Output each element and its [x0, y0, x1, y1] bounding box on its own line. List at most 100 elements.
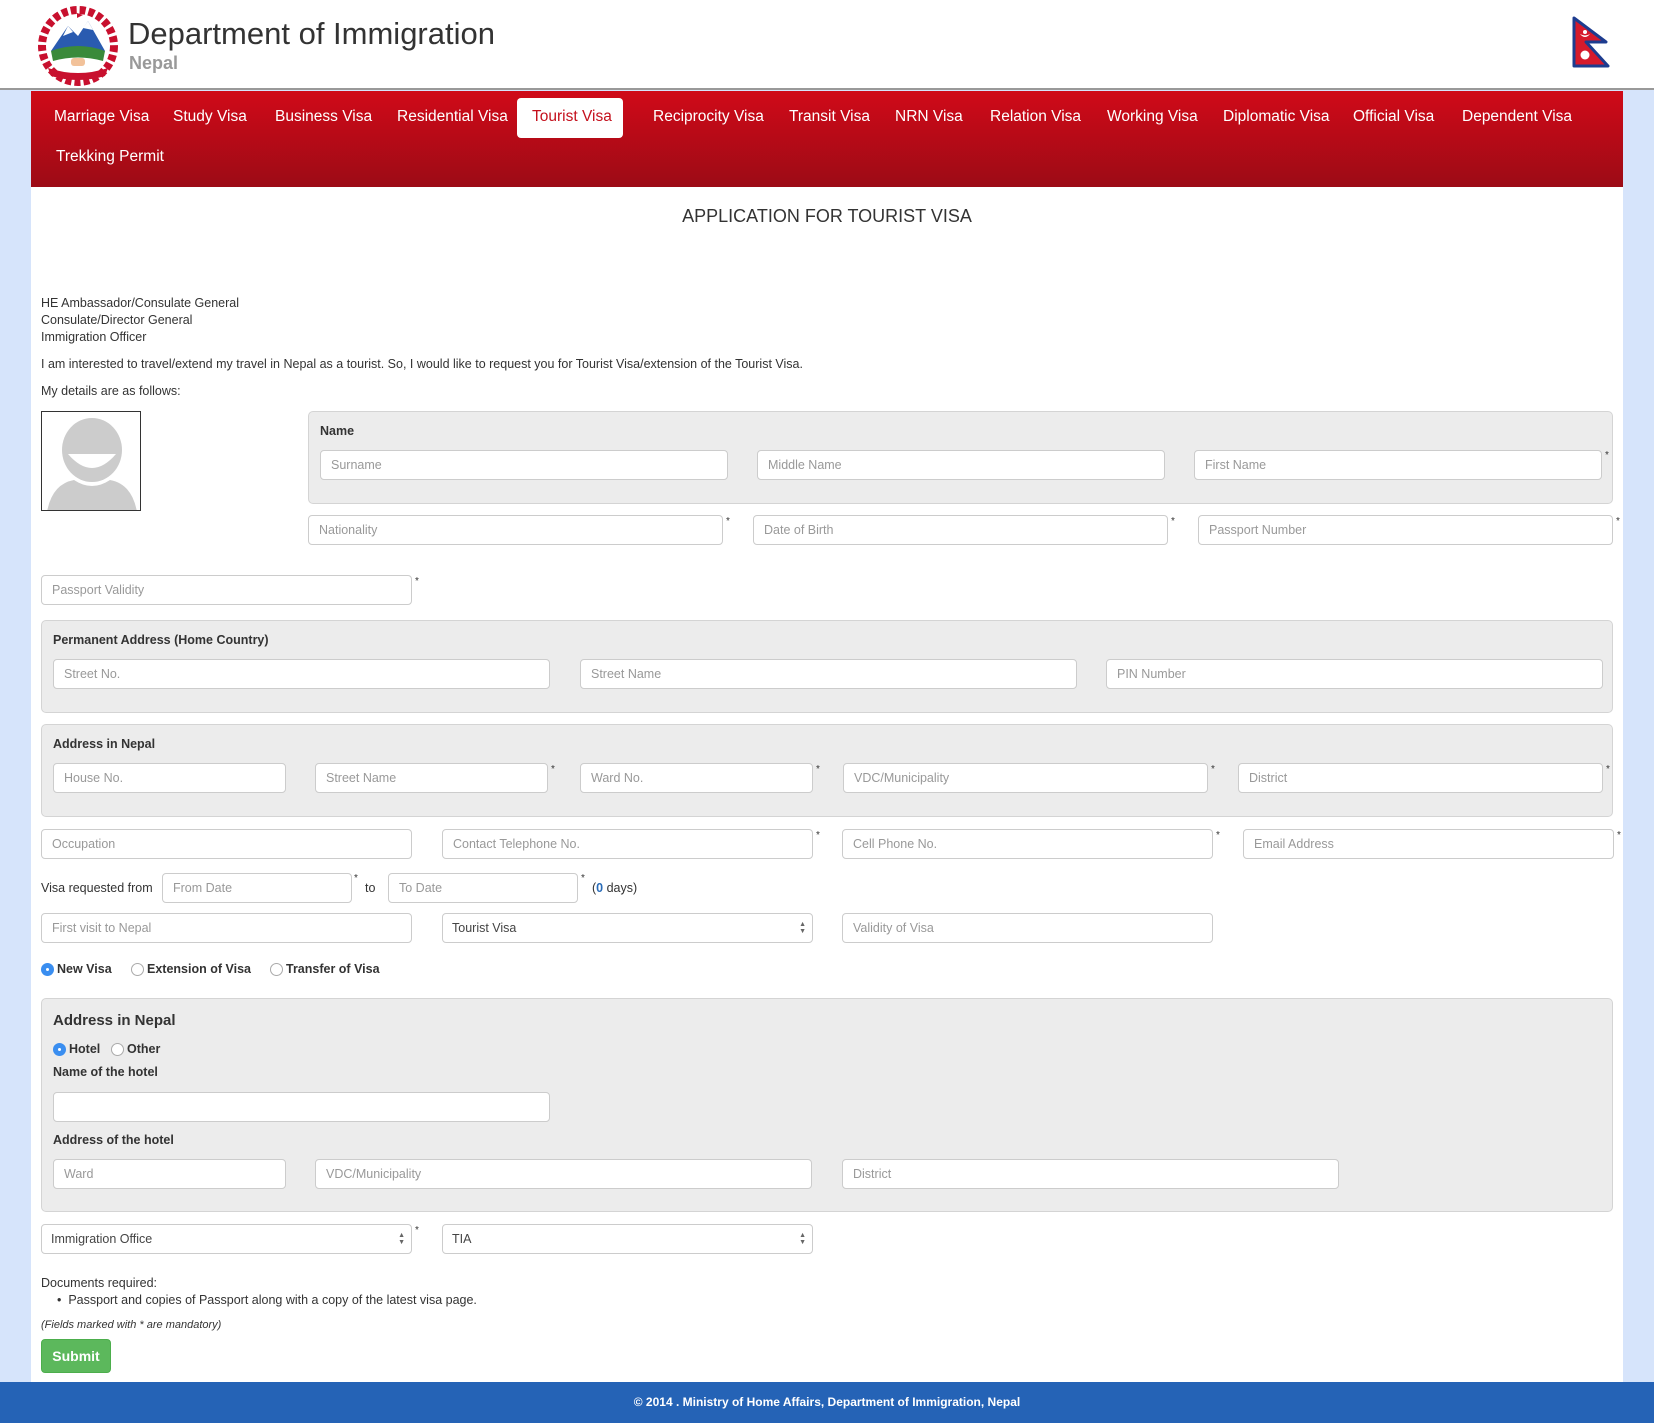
days-suffix: days)	[603, 881, 638, 895]
nav-trekking-permit[interactable]: Trekking Permit	[41, 138, 179, 176]
select-arrows-icon: ▲ ▼	[398, 1232, 405, 1246]
nav-reciprocity-visa[interactable]: Reciprocity Visa	[638, 98, 779, 136]
required-mark: *	[581, 873, 585, 884]
radio-label: Extension of Visa	[147, 962, 251, 976]
immigration-office-selected: Immigration Office	[51, 1232, 153, 1246]
addressee-line-2: Consulate/Director General	[41, 313, 193, 327]
radio-label: Other	[127, 1042, 161, 1056]
radio-checked-icon	[41, 962, 54, 976]
required-mark: *	[415, 576, 419, 587]
document-text: Passport and copies of Passport along wi…	[68, 1293, 477, 1307]
surname-input[interactable]	[320, 450, 728, 480]
required-mark: *	[816, 830, 820, 841]
first-name-input[interactable]	[1194, 450, 1602, 480]
required-mark: *	[1616, 516, 1620, 527]
passport-validity-input[interactable]	[41, 575, 412, 605]
radio-other[interactable]: Other	[111, 1042, 160, 1056]
mandatory-note: (Fields marked with * are mandatory)	[41, 1319, 222, 1331]
radio-label: New Visa	[57, 962, 112, 976]
name-label: Name	[320, 424, 355, 438]
cell-phone-input[interactable]	[842, 829, 1213, 859]
nationality-input[interactable]	[308, 515, 723, 545]
radio-extension-of-visa[interactable]: Extension of Visa	[131, 962, 251, 976]
passport-number-input[interactable]	[1198, 515, 1613, 545]
street-no-input[interactable]	[53, 659, 550, 689]
required-mark: *	[816, 764, 820, 775]
nepal-emblem-logo	[38, 6, 118, 86]
addressee-line-3: Immigration Officer	[41, 330, 147, 344]
required-mark: *	[1617, 830, 1621, 841]
required-mark: *	[354, 873, 358, 884]
nav-nrn-visa[interactable]: NRN Visa	[880, 98, 978, 136]
radio-unchecked-icon	[131, 962, 144, 976]
nepal-address-panel: Address in Nepal * * * *	[41, 724, 1613, 817]
nav-tourist-visa[interactable]: Tourist Visa	[517, 98, 623, 138]
email-input[interactable]	[1243, 829, 1614, 859]
nav-marriage-visa[interactable]: Marriage Visa	[39, 98, 164, 136]
hotel-vdc-input[interactable]	[315, 1159, 812, 1189]
occupation-input[interactable]	[41, 829, 412, 859]
stay-address-panel: Address in Nepal Hotel Other Name of the…	[41, 998, 1613, 1212]
page-title: APPLICATION FOR TOURIST VISA	[682, 206, 972, 226]
document-item: • Passport and copies of Passport along …	[57, 1293, 477, 1307]
submit-button[interactable]: Submit	[41, 1339, 111, 1373]
radio-transfer-of-visa[interactable]: Transfer of Visa	[270, 962, 380, 976]
visa-type-select[interactable]: Tourist Visa ▲ ▼	[442, 913, 813, 943]
nav-official-visa[interactable]: Official Visa	[1338, 98, 1449, 136]
required-mark: *	[551, 764, 555, 775]
to-label: to	[365, 881, 376, 895]
radio-label: Transfer of Visa	[286, 962, 380, 976]
nav-working-visa[interactable]: Working Visa	[1092, 98, 1213, 136]
nepal-flag-icon	[1572, 16, 1610, 68]
nepal-address-label: Address in Nepal	[53, 737, 156, 751]
site-header: Department of Immigration Nepal	[0, 0, 1654, 90]
avatar-icon	[47, 418, 137, 510]
hotel-name-input[interactable]	[53, 1092, 550, 1122]
nav-relation-visa[interactable]: Relation Visa	[975, 98, 1096, 136]
office-location-selected: TIA	[452, 1232, 472, 1246]
from-date-input[interactable]	[162, 873, 352, 903]
photo-upload-placeholder[interactable]	[41, 411, 141, 511]
nav-business-visa[interactable]: Business Visa	[260, 98, 387, 136]
district-input[interactable]	[1238, 763, 1603, 793]
intro-text: I am interested to travel/extend my trav…	[41, 357, 803, 371]
radio-hotel[interactable]: Hotel	[53, 1042, 100, 1056]
required-mark: *	[1171, 516, 1175, 527]
to-date-input[interactable]	[388, 873, 578, 903]
nepal-street-name-input[interactable]	[315, 763, 548, 793]
date-of-birth-input[interactable]	[753, 515, 1168, 545]
visa-type-selected: Tourist Visa	[452, 921, 517, 935]
hotel-name-label: Name of the hotel	[53, 1065, 158, 1079]
middle-name-input[interactable]	[757, 450, 1165, 480]
hotel-ward-input[interactable]	[53, 1159, 286, 1189]
nav-residential-visa[interactable]: Residential Visa	[382, 98, 523, 136]
validity-of-visa-input[interactable]	[842, 913, 1213, 943]
radio-label: Hotel	[69, 1042, 101, 1056]
hotel-district-input[interactable]	[842, 1159, 1339, 1189]
ward-no-input[interactable]	[580, 763, 813, 793]
contact-telephone-input[interactable]	[442, 829, 813, 859]
required-mark: *	[1606, 764, 1610, 775]
first-visit-input[interactable]	[41, 913, 412, 943]
visa-type-nav: Marriage Visa Study Visa Business Visa R…	[31, 91, 1623, 187]
select-arrows-icon: ▲ ▼	[799, 921, 806, 935]
office-location-select[interactable]: TIA ▲ ▼	[442, 1224, 813, 1254]
radio-unchecked-icon	[111, 1042, 124, 1056]
required-mark: *	[1211, 764, 1215, 775]
nav-study-visa[interactable]: Study Visa	[158, 98, 262, 136]
pin-number-input[interactable]	[1106, 659, 1603, 689]
site-title: Department of Immigration	[128, 16, 495, 51]
name-panel: Name *	[308, 411, 1613, 504]
vdc-municipality-input[interactable]	[843, 763, 1208, 793]
nav-transit-visa[interactable]: Transit Visa	[774, 98, 885, 136]
permanent-address-label: Permanent Address (Home Country)	[53, 633, 269, 647]
footer: © 2014 . Ministry of Home Affairs, Depar…	[0, 1382, 1654, 1423]
nav-diplomatic-visa[interactable]: Diplomatic Visa	[1208, 98, 1345, 136]
nav-dependent-visa[interactable]: Dependent Visa	[1447, 98, 1587, 136]
radio-new-visa[interactable]: New Visa	[41, 962, 112, 976]
street-name-input[interactable]	[580, 659, 1077, 689]
stay-address-heading: Address in Nepal	[53, 1012, 176, 1029]
house-no-input[interactable]	[53, 763, 286, 793]
addressee-line-1: HE Ambassador/Consulate General	[41, 296, 240, 310]
immigration-office-select[interactable]: Immigration Office ▲ ▼	[41, 1224, 412, 1254]
